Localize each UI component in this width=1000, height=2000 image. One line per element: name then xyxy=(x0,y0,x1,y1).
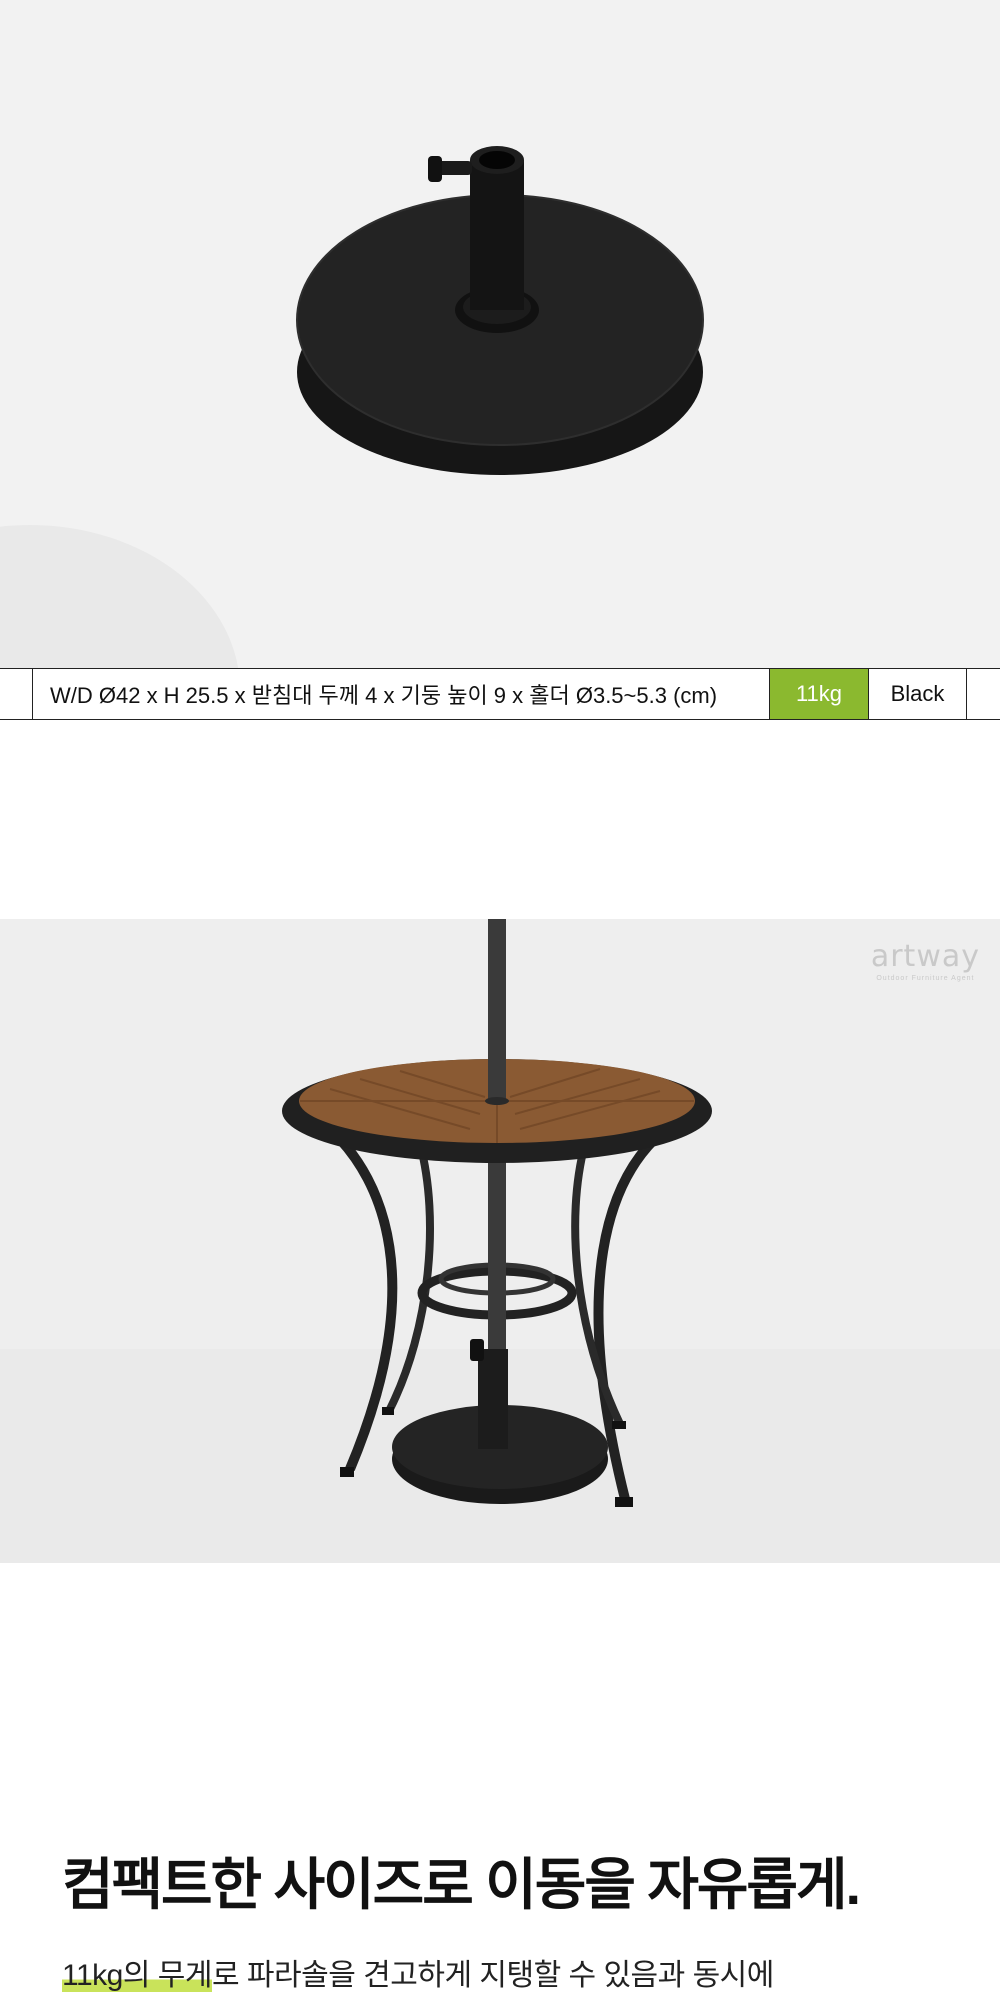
holder-tube xyxy=(470,160,524,310)
body-highlight: 11kg의 무게 xyxy=(62,1959,212,1992)
body-rest: 로 파라솔을 견고하게 지탱할 수 있음과 동시에 xyxy=(211,1959,774,1992)
spec-bar-lead-cell xyxy=(0,669,33,719)
watermark-tagline: Outdoor Furniture Agent xyxy=(876,975,975,982)
spec-bar-trail-cell xyxy=(967,669,1000,719)
product-photo-table: artway Outdoor Furniture Agent xyxy=(0,919,1000,1563)
spec-dimensions: W/D Ø42 x H 25.5 x 받침대 두께 4 x 기둥 높이 9 x … xyxy=(33,669,770,719)
spec-color: Black xyxy=(869,669,967,719)
section-headline: 컴팩트한 사이즈로 이동을 자유롭게. xyxy=(62,1853,861,1916)
spec-bar: W/D Ø42 x H 25.5 x 받침대 두께 4 x 기둥 높이 9 x … xyxy=(0,668,1000,720)
spec-weight-badge: 11kg xyxy=(770,669,869,719)
umbrella-base-illustration xyxy=(296,146,704,475)
table-scene-illustration xyxy=(0,919,1000,1563)
section-body-copy: 11kg의 무게로 파라솔을 견고하게 지탱할 수 있음과 동시에 xyxy=(62,1950,962,1994)
brand-watermark: artway Outdoor Furniture Agent xyxy=(871,939,980,982)
watermark-name: artway xyxy=(870,939,980,974)
product-photo-base xyxy=(0,0,1000,668)
